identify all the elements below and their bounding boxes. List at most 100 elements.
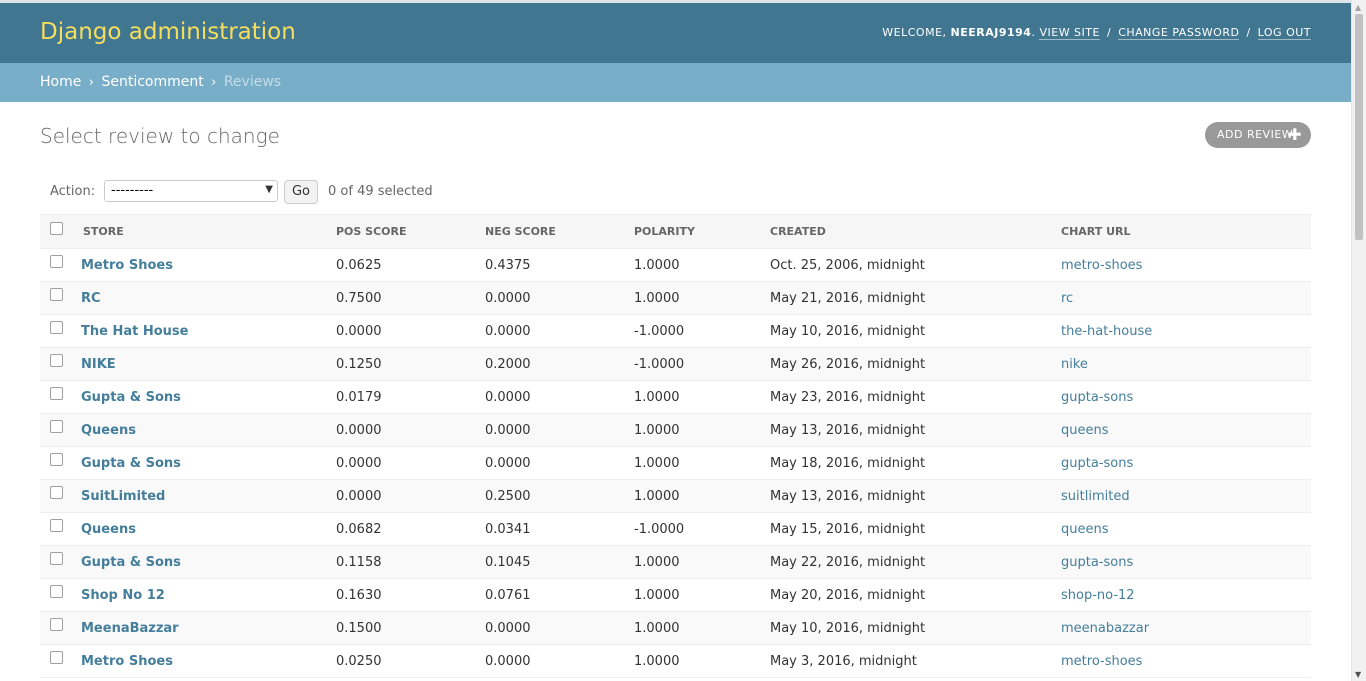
store-link[interactable]: The Hat House [81, 324, 188, 339]
column-header-created[interactable]: Created [770, 214, 1061, 249]
column-header-neg-score[interactable]: Neg score [485, 214, 634, 249]
chart-url-link-cell: gupta-sons [1061, 545, 1311, 579]
created-cell: May 13, 2016, midnight [770, 479, 1061, 513]
polarity-cell: 1.0000 [634, 611, 770, 645]
chart-url-link-cell: meenabazzar [1061, 611, 1311, 645]
store-link[interactable]: Queens [81, 522, 136, 537]
store-link-cell: Shop No 12 [81, 578, 336, 612]
neg-score-cell: 0.2000 [485, 347, 634, 381]
store-link[interactable]: Queens [81, 423, 136, 438]
scrollbar-thumb[interactable] [1355, 14, 1363, 240]
store-link[interactable]: Metro Shoes [81, 258, 173, 273]
store-link[interactable]: Gupta & Sons [81, 456, 181, 471]
polarity-cell: -1.0000 [634, 512, 770, 546]
row-checkbox[interactable] [50, 518, 63, 532]
row-checkbox[interactable] [50, 320, 63, 334]
row-checkbox[interactable] [50, 419, 63, 433]
chart-url-link[interactable]: the-hat-house [1061, 324, 1152, 339]
neg-score-cell: 0.0341 [485, 512, 634, 546]
view-site-link[interactable]: View site [1039, 26, 1100, 40]
row-checkbox[interactable] [50, 353, 63, 367]
row-checkbox[interactable] [50, 254, 63, 268]
table-row: Gupta & Sons 0.1158 0.1045 1.0000 May 22, 20… [40, 545, 1311, 579]
store-link[interactable]: Shop No 12 [81, 588, 165, 603]
breadcrumb-app[interactable]: Senticomment [101, 74, 203, 90]
row-checkbox[interactable] [50, 551, 63, 565]
chart-url-link[interactable]: suitlimited [1061, 489, 1130, 504]
row-checkbox-cell [40, 248, 81, 282]
row-checkbox-cell [40, 545, 81, 579]
table-row: Shop No 12 0.1630 0.0761 1.0000 May 20, 2016… [40, 578, 1311, 612]
pos-score-cell: 0.1630 [336, 578, 485, 612]
chart-url-link[interactable]: gupta-sons [1061, 456, 1133, 471]
chart-url-link[interactable]: metro-shoes [1061, 654, 1142, 669]
neg-score-cell: 0.0000 [485, 281, 634, 315]
site-name[interactable]: Django administration [40, 19, 296, 45]
pos-score-cell: 0.0000 [336, 446, 485, 480]
store-link-cell: Metro Shoes [81, 248, 336, 282]
row-checkbox[interactable] [50, 287, 63, 301]
chart-url-link-cell: queens [1061, 512, 1311, 546]
action-select[interactable]: --------- ▼ [104, 180, 278, 202]
column-header-store[interactable]: Store [81, 214, 336, 249]
change-password-link[interactable]: Change password [1118, 26, 1240, 40]
table-row: Gupta & Sons 0.0179 0.0000 1.0000 May 23, 20… [40, 380, 1311, 414]
row-checkbox-cell [40, 281, 81, 315]
store-link[interactable]: RC [81, 291, 101, 306]
pos-score-cell: 0.0000 [336, 479, 485, 513]
welcome-text: Welcome, [882, 26, 947, 39]
row-checkbox[interactable] [50, 617, 63, 631]
chart-url-link[interactable]: gupta-sons [1061, 390, 1133, 405]
breadcrumb-home[interactable]: Home [40, 74, 81, 90]
store-link[interactable]: Metro Shoes [81, 654, 173, 669]
log-out-link[interactable]: Log out [1257, 26, 1311, 40]
column-header-polarity[interactable]: Polarity [634, 214, 770, 249]
created-cell: May 26, 2016, midnight [770, 347, 1061, 381]
row-checkbox[interactable] [50, 650, 63, 664]
pos-score-cell: 0.0000 [336, 314, 485, 348]
row-checkbox-cell [40, 512, 81, 546]
store-link[interactable]: MeenaBazzar [81, 621, 179, 636]
column-header-chart-url[interactable]: Chart URL [1061, 214, 1311, 249]
row-checkbox[interactable] [50, 584, 63, 598]
row-checkbox-cell [40, 413, 81, 447]
scroll-down-icon[interactable]: ▼ [1355, 670, 1361, 679]
breadcrumb: Home › Senticomment › Reviews [0, 63, 1352, 102]
chart-url-link-cell: shop-no-12 [1061, 578, 1311, 612]
row-checkbox[interactable] [50, 386, 63, 400]
chart-url-link[interactable]: queens [1061, 522, 1109, 537]
chart-url-link[interactable]: queens [1061, 423, 1109, 438]
chart-url-link[interactable]: shop-no-12 [1061, 588, 1135, 603]
scroll-up-icon[interactable]: ▲ [1355, 3, 1361, 12]
table-row: Metro Shoes 0.0625 0.4375 1.0000 Oct. 25, 20… [40, 248, 1311, 282]
neg-score-cell: 0.0000 [485, 413, 634, 447]
store-link-cell: The Hat House [81, 314, 336, 348]
page-scrollbar[interactable]: ▲ ▼ [1351, 0, 1366, 681]
store-link[interactable]: Gupta & Sons [81, 390, 181, 405]
chart-url-link-cell: queens [1061, 413, 1311, 447]
polarity-cell: 1.0000 [634, 413, 770, 447]
add-review-label: Add review [1217, 128, 1294, 141]
created-cell: Oct. 25, 2006, midnight [770, 248, 1061, 282]
chart-url-link[interactable]: nike [1061, 357, 1088, 372]
chart-url-link-cell: metro-shoes [1061, 248, 1311, 282]
table-row: Queens 0.0000 0.0000 1.0000 May 13, 2016, mi… [40, 413, 1311, 447]
go-button[interactable]: Go [284, 180, 318, 204]
column-header-pos-score[interactable]: Pos score [336, 214, 485, 249]
created-cell: May 23, 2016, midnight [770, 380, 1061, 414]
row-checkbox[interactable] [50, 452, 63, 466]
row-checkbox[interactable] [50, 485, 63, 499]
row-checkbox-cell [40, 446, 81, 480]
neg-score-cell: 0.0000 [485, 446, 634, 480]
store-link[interactable]: NIKE [81, 357, 116, 372]
chart-url-link[interactable]: gupta-sons [1061, 555, 1133, 570]
chart-url-link[interactable]: meenabazzar [1061, 621, 1149, 636]
chart-url-link[interactable]: rc [1061, 291, 1073, 306]
chart-url-link[interactable]: metro-shoes [1061, 258, 1142, 273]
store-link[interactable]: SuitLimited [81, 489, 165, 504]
polarity-cell: 1.0000 [634, 545, 770, 579]
add-review-button[interactable]: Add review ✚ [1205, 122, 1311, 148]
select-all-checkbox[interactable] [50, 221, 63, 235]
created-cell: May 20, 2016, midnight [770, 578, 1061, 612]
store-link[interactable]: Gupta & Sons [81, 555, 181, 570]
